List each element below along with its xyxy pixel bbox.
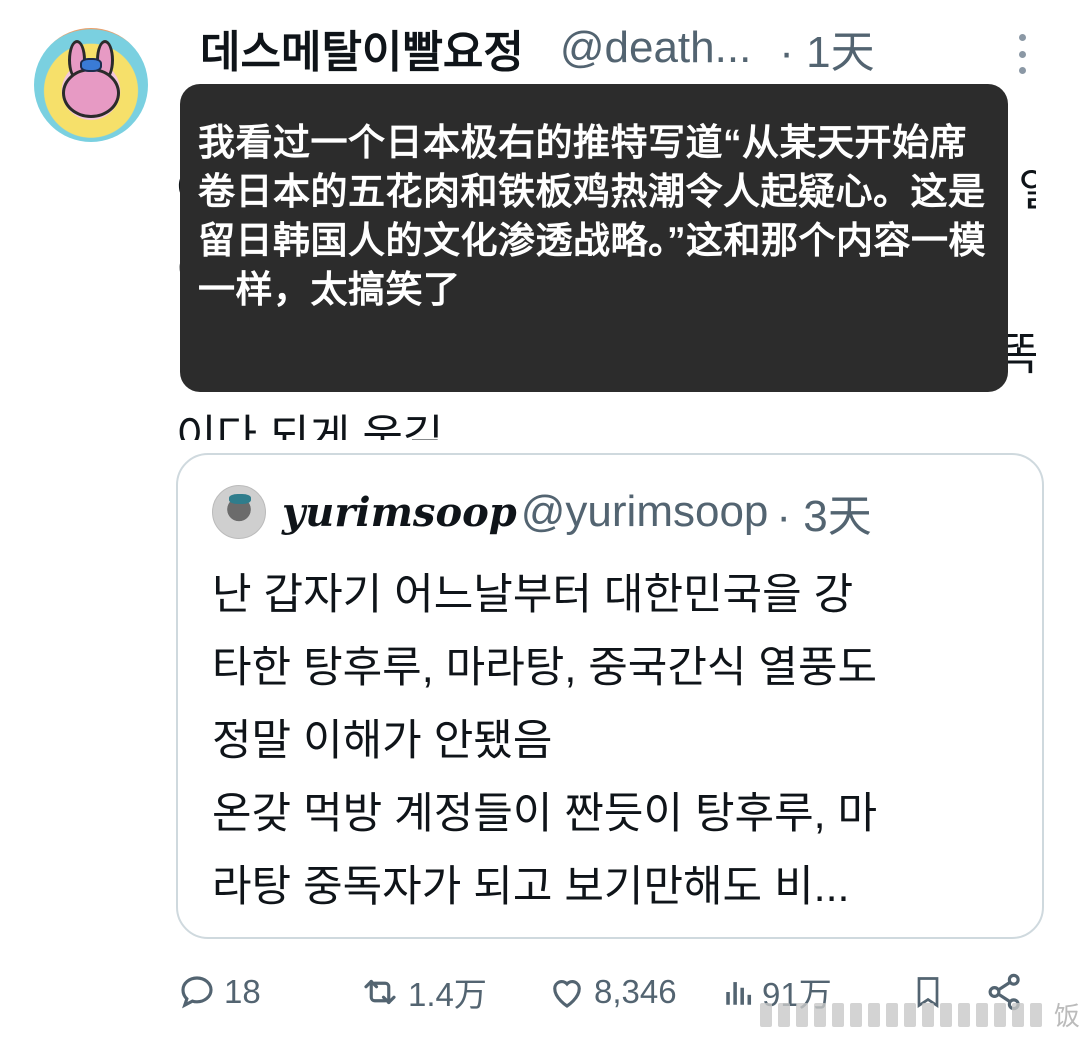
reply-count: 18	[224, 973, 261, 1010]
quote-header: yurimsoop @yurimsoop · 3天	[282, 481, 872, 543]
translation-text: 我看过一个日本极右的推特写道“从某天开始席卷日本的五花肉和铁板鸡热潮令人起疑心。…	[198, 122, 986, 310]
quote-handle[interactable]: @yurimsoop	[521, 487, 769, 537]
retweet-icon	[358, 971, 402, 1013]
watermark-bars	[760, 1002, 1042, 1027]
retweet-button[interactable]: 1.4万	[358, 960, 487, 1024]
quoted-tweet[interactable]: yurimsoop @yurimsoop · 3天 난 갑자기 어느날부터 대한…	[176, 453, 1044, 939]
like-count: 8,346	[594, 973, 677, 1010]
quote-text: 난 갑자기 어느날부터 대한민국을 강 타한 탕후루, 마라탕, 중국간식 열풍…	[212, 571, 878, 911]
tweet-time[interactable]: · 1天	[779, 16, 874, 80]
translation-bubble: 我看过一个日本极右的推特写道“从某天开始席卷日本的五花肉和铁板鸡热潮令人起疑心。…	[180, 84, 1008, 392]
tweet-header: 데스메탈이빨요정 @death... · 1天	[200, 18, 875, 78]
watermark-text: 饭	[1054, 1001, 1079, 1031]
user-handle[interactable]: @death...	[560, 23, 751, 73]
display-name[interactable]: 데스메탈이빨요정	[200, 16, 524, 80]
like-icon	[546, 971, 588, 1013]
quote-time[interactable]: · 3天	[776, 480, 871, 544]
reply-button[interactable]: 18	[176, 960, 261, 1024]
retweet-count: 1.4万	[408, 976, 487, 1013]
user-avatar[interactable]	[34, 28, 148, 142]
reply-icon	[176, 971, 218, 1013]
more-icon[interactable]	[1008, 34, 1036, 74]
watermark: 饭	[748, 996, 1079, 1033]
avatar-face	[62, 68, 120, 118]
quote-display-name[interactable]: yurimsoop	[282, 489, 517, 536]
avatar-bow	[80, 58, 102, 72]
quote-avatar[interactable]	[212, 485, 266, 539]
like-button[interactable]: 8,346	[546, 960, 677, 1024]
